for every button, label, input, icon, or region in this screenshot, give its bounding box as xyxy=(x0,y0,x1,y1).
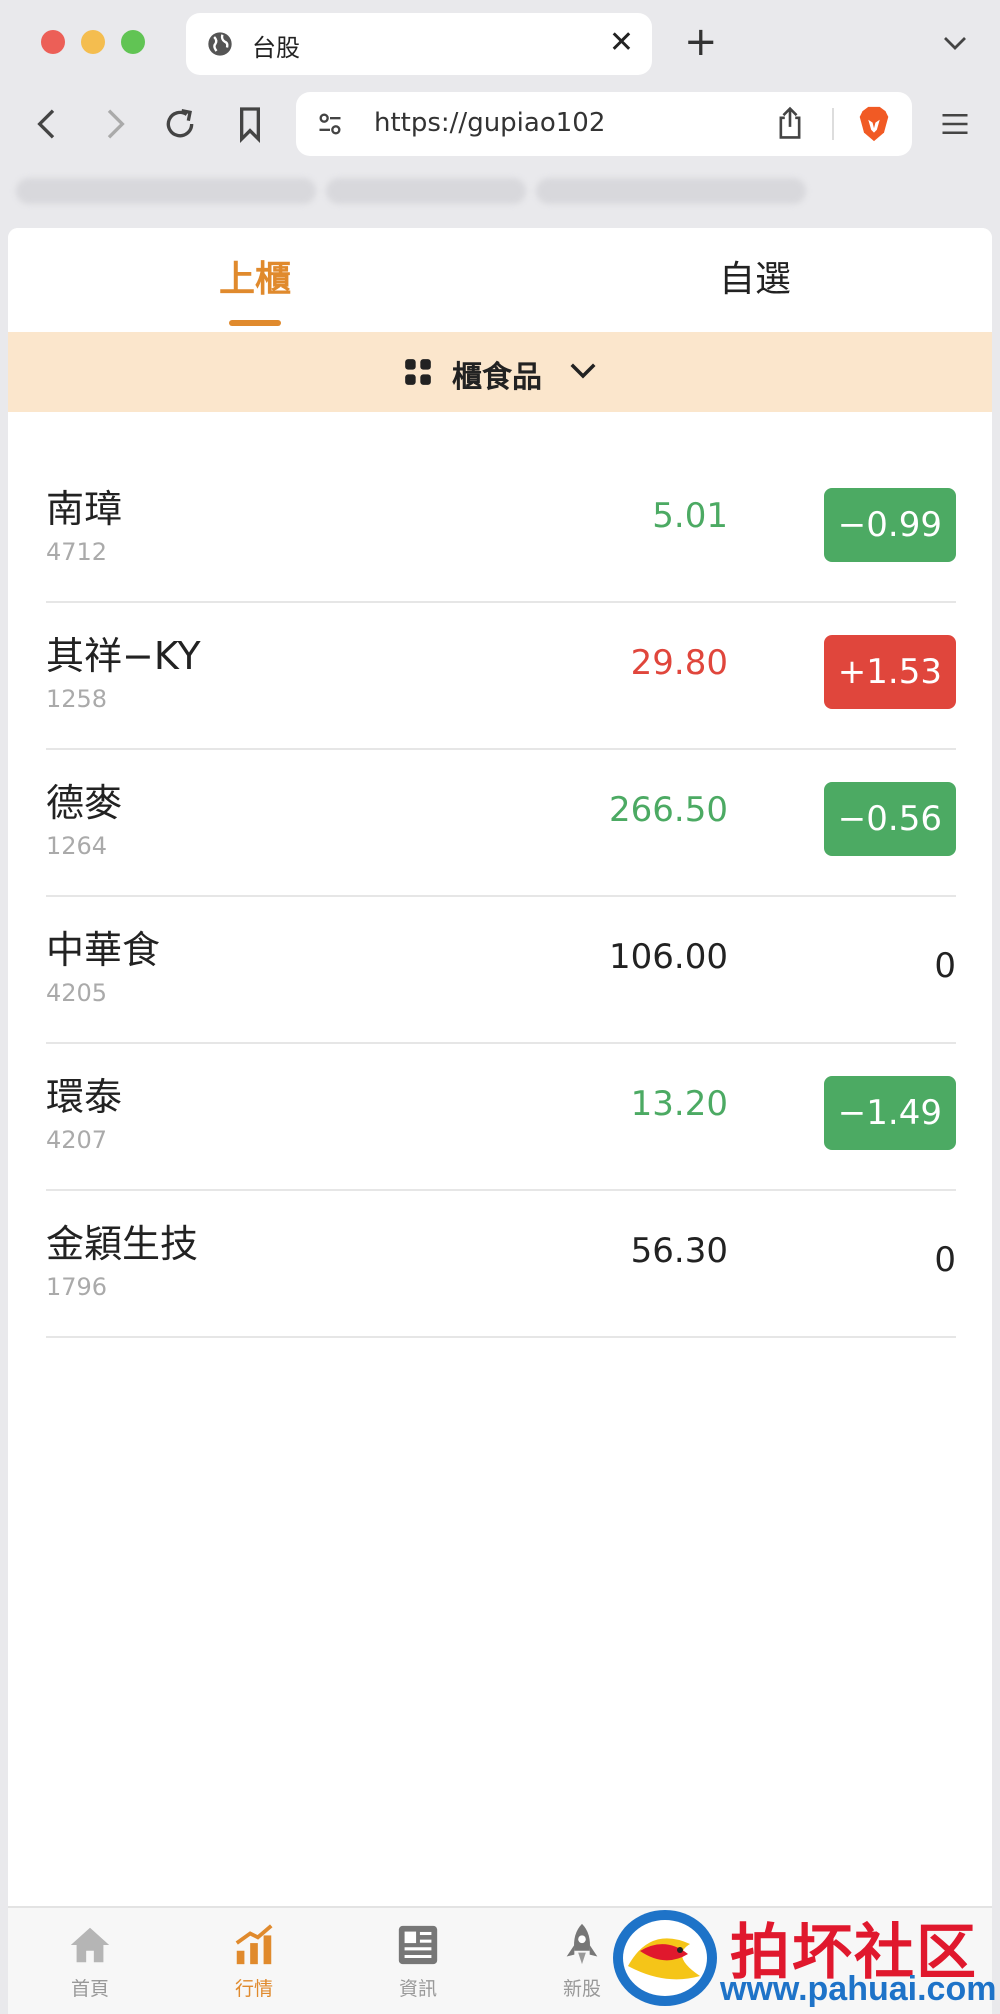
stock-change-badge: +1.53 xyxy=(823,635,956,709)
chevron-down-icon xyxy=(570,363,596,379)
stock-row[interactable]: 中華食 4205 106.00 0 xyxy=(46,897,956,1044)
bookmarks-bar xyxy=(16,170,816,214)
stock-name: 南璋 xyxy=(46,487,123,531)
stock-price: 5.01 xyxy=(652,496,728,536)
nav-label: 資訊 xyxy=(398,1978,437,2000)
stock-code: 4207 xyxy=(46,1126,108,1154)
stock-price: 266.50 xyxy=(609,790,728,830)
maximize-window-button[interactable] xyxy=(121,30,145,54)
stock-name: 環泰 xyxy=(46,1075,123,1119)
close-tab-button[interactable]: ✕ xyxy=(609,25,634,61)
stock-price: 29.80 xyxy=(630,643,728,683)
stock-row[interactable]: 環泰 4207 13.20 −1.49 xyxy=(46,1044,956,1191)
market-tabs: 上櫃 自選 xyxy=(8,228,992,332)
bookmark-item[interactable] xyxy=(536,178,806,204)
stock-code: 4712 xyxy=(46,538,108,566)
stock-code: 1264 xyxy=(46,832,108,860)
category-selector[interactable]: 櫃食品 xyxy=(8,332,992,412)
nav-market[interactable]: 行情 xyxy=(194,1922,314,2001)
stock-app: 上櫃 自選 櫃食品 南璋 4712 5.01 −0.99 其祥−KY 1258 … xyxy=(8,228,992,2014)
stock-list: 南璋 4712 5.01 −0.99 其祥−KY 1258 29.80 +1.5… xyxy=(46,456,956,1338)
tab-watchlist[interactable]: 自選 xyxy=(605,250,905,302)
site-settings-icon[interactable] xyxy=(316,110,344,138)
stock-code: 4205 xyxy=(46,979,108,1007)
stock-row[interactable]: 德麥 1264 266.50 −0.56 xyxy=(46,750,956,897)
rocket-icon xyxy=(566,1923,598,1965)
nav-label: 行情 xyxy=(234,1978,273,2000)
new-tab-button[interactable]: + xyxy=(684,20,718,64)
active-tab-indicator xyxy=(229,320,281,326)
tab-bar: 台股 ✕ + xyxy=(0,0,1000,86)
stock-name: 德麥 xyxy=(46,781,123,825)
bookmark-icon[interactable] xyxy=(230,104,270,144)
grid-icon xyxy=(405,359,431,385)
stock-row[interactable]: 其祥−KY 1258 29.80 +1.53 xyxy=(46,603,956,750)
back-icon[interactable] xyxy=(28,104,68,144)
stock-name: 中華食 xyxy=(46,928,161,972)
tab-otc[interactable]: 上櫃 xyxy=(105,250,405,302)
chevron-down-icon[interactable] xyxy=(940,28,970,58)
bookmark-item[interactable] xyxy=(326,178,526,204)
browser-tab[interactable]: 台股 ✕ xyxy=(186,13,652,75)
stock-change-badge: −1.49 xyxy=(823,1076,956,1150)
fish-logo-icon xyxy=(613,1910,717,2006)
url-text: https://gupiao102 xyxy=(374,108,606,138)
watermark-url: www.pahuai.com xyxy=(720,1970,997,2008)
share-icon[interactable] xyxy=(774,106,806,140)
stock-code: 1796 xyxy=(46,1273,108,1301)
stock-change-badge: 0 xyxy=(934,1240,956,1280)
hamburger-menu-icon[interactable] xyxy=(940,110,970,138)
stock-name: 金穎生技 xyxy=(46,1222,199,1266)
stock-change-badge: 0 xyxy=(934,946,956,986)
stock-price: 56.30 xyxy=(630,1231,728,1271)
stock-row[interactable]: 南璋 4712 5.01 −0.99 xyxy=(46,456,956,603)
chart-icon xyxy=(235,1924,273,1965)
browser-chrome: 台股 ✕ + https://gupiao102 xyxy=(0,0,1000,228)
nav-news[interactable]: 資訊 xyxy=(358,1922,478,2001)
nav-label: 首頁 xyxy=(70,1978,109,2000)
site-watermark: 拍坏社区 www.pahuai.com xyxy=(610,1902,1000,2014)
address-bar-divider xyxy=(832,108,834,140)
forward-icon[interactable] xyxy=(94,104,134,144)
navigation-bar: https://gupiao102 xyxy=(0,90,1000,160)
stock-name: 其祥−KY xyxy=(46,634,201,678)
category-label: 櫃食品 xyxy=(452,360,542,395)
minimize-window-button[interactable] xyxy=(81,30,105,54)
stock-price: 13.20 xyxy=(630,1084,728,1124)
stock-row[interactable]: 金穎生技 1796 56.30 0 xyxy=(46,1191,956,1338)
stock-change-badge: −0.56 xyxy=(823,782,956,856)
home-icon xyxy=(70,1927,110,1963)
reload-icon[interactable] xyxy=(160,104,200,144)
stock-change-badge: −0.99 xyxy=(823,488,956,562)
brave-lion-icon[interactable] xyxy=(856,104,892,144)
nav-home[interactable]: 首頁 xyxy=(30,1922,150,2001)
news-icon xyxy=(398,1925,438,1965)
tab-title: 台股 xyxy=(252,34,300,62)
stock-code: 1258 xyxy=(46,685,108,713)
close-window-button[interactable] xyxy=(41,30,65,54)
globe-icon xyxy=(208,32,232,56)
stock-price: 106.00 xyxy=(609,937,728,977)
address-bar[interactable]: https://gupiao102 xyxy=(296,92,912,156)
bookmark-item[interactable] xyxy=(16,178,316,204)
